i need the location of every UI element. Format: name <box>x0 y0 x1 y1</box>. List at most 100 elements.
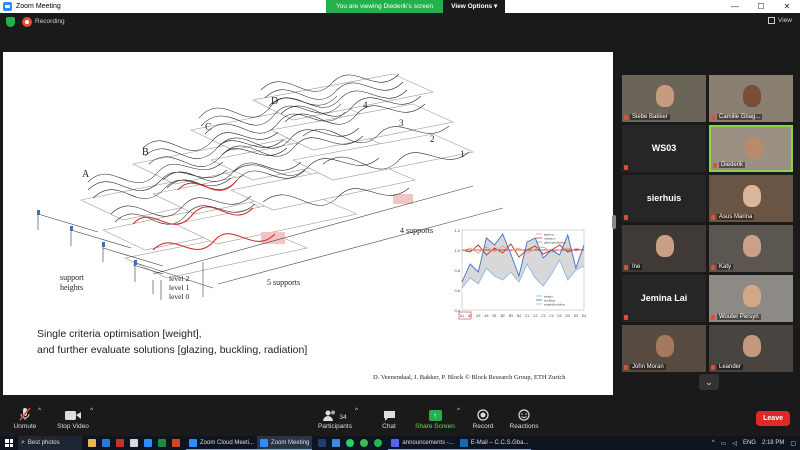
recording-icon[interactable] <box>22 17 32 27</box>
tray-overflow-icon[interactable]: ^ <box>712 440 715 446</box>
participant-tile[interactable]: Diederik <box>709 125 793 172</box>
participant-name: Katy <box>717 264 734 270</box>
participant-tile[interactable]: John Moran <box>622 325 706 372</box>
participants-options-caret[interactable]: ^ <box>355 407 358 414</box>
volume-icon[interactable]: ◁ <box>732 440 737 447</box>
letter-a: A <box>82 169 90 180</box>
vs-icon[interactable] <box>318 439 327 447</box>
network-icon[interactable]: ▭ <box>721 440 727 447</box>
app-icon[interactable] <box>144 439 152 447</box>
settings-icon[interactable] <box>130 439 138 447</box>
record-button[interactable]: Record <box>470 407 496 430</box>
clock[interactable]: 2:18 PM <box>762 440 784 446</box>
shared-screen-slide: A B C D 1 2 3 4 support heights level 2 … <box>3 52 613 395</box>
search-box[interactable]: ⌕ Best photos <box>18 436 82 450</box>
unmute-label: Unmute <box>13 423 37 430</box>
pinned-app-icons <box>82 436 186 450</box>
chart-legend-label: weight/buckling <box>544 302 565 306</box>
word-icon[interactable] <box>102 439 110 447</box>
taskbar-zoom-cloud-meetings[interactable]: Zoom Cloud Meeti... <box>186 436 258 450</box>
participant-tile[interactable]: WS03 <box>622 125 706 172</box>
gallery-next-page-button[interactable]: ⌄ <box>699 374 719 390</box>
participant-tile[interactable]: Leander <box>709 325 793 372</box>
language-indicator[interactable]: ENG <box>743 440 756 446</box>
stop-video-button[interactable]: Stop Video <box>56 407 90 430</box>
five-supports-label: 5 supports <box>267 278 301 287</box>
share-screen-icon: ↑ <box>428 410 442 421</box>
outlook-icon[interactable] <box>332 439 341 447</box>
encryption-shield-icon[interactable] <box>6 17 15 27</box>
maximize-button[interactable]: ☐ <box>748 0 774 13</box>
muted-mic-icon <box>12 407 38 421</box>
window-controls: — ☐ ✕ <box>722 0 800 13</box>
chart-y-tick-label: 1.0 <box>454 248 460 253</box>
audio-options-caret[interactable]: ^ <box>38 407 41 414</box>
view-options-button[interactable]: View Options ▾ <box>443 0 506 13</box>
zoom-logo-icon <box>3 2 12 11</box>
zoom-meeting-icon <box>260 438 269 447</box>
powerpoint-icon[interactable] <box>172 439 180 447</box>
participant-tile[interactable]: Asus Marina <box>709 175 793 222</box>
search-icon: ⌕ <box>21 439 25 446</box>
level-0-label: level 0 <box>169 292 190 301</box>
level-1-label: level 1 <box>169 283 190 292</box>
participant-video-face <box>656 335 674 357</box>
participant-name: Ine <box>630 264 643 270</box>
participant-tile[interactable]: Katy <box>709 225 793 272</box>
share-options-caret[interactable]: ^ <box>457 407 460 414</box>
leave-button[interactable]: Leave <box>756 411 790 426</box>
participant-name-tag: Camille Gbag... <box>711 114 763 120</box>
chart-x-tick-label: C2 <box>533 314 537 318</box>
unmute-button[interactable]: Unmute <box>12 407 38 430</box>
chart-x-tick-label: D2 <box>566 314 570 318</box>
pinned-app-icons-2 <box>312 436 388 450</box>
participant-name-tag: Leander <box>711 364 744 370</box>
chat-button[interactable]: Chat <box>378 407 400 430</box>
chart-x-tick-label: C1 <box>525 314 529 318</box>
chart-x-tick-label: C4 <box>549 314 553 318</box>
participants-label: Participants <box>318 423 352 430</box>
muted-mic-icon <box>713 162 717 168</box>
slide-scroll-handle[interactable] <box>612 215 616 229</box>
participants-button[interactable]: 34 Participants <box>316 407 354 430</box>
taskbar-zoom-meeting[interactable]: Zoom Meeting <box>257 436 313 450</box>
share-screen-button[interactable]: ↑ Share Screen <box>413 407 457 430</box>
slide-credit: D. Veenendaal, J. Bakker, P. Block © Blo… <box>373 374 566 381</box>
task-label-email: E-Mail – C.C.S.Gba... <box>470 439 529 446</box>
start-button[interactable] <box>0 436 18 450</box>
excel-icon[interactable] <box>158 439 166 447</box>
file-explorer-icon[interactable] <box>88 439 96 447</box>
chart-x-tick-label: B2 <box>501 314 505 318</box>
participant-name: John Moran <box>630 364 666 370</box>
chart-y-tick-label: 0.8 <box>454 268 460 273</box>
record-icon <box>470 407 496 421</box>
chart-x-tick-label: B1 <box>492 314 496 318</box>
notifications-icon[interactable]: ▢ <box>790 440 796 447</box>
taskbar-email[interactable]: E-Mail – C.C.S.Gba... <box>456 436 532 450</box>
participant-video-face <box>745 137 763 159</box>
participant-tile[interactable]: Camille Gbag... <box>709 75 793 122</box>
system-tray: ^ ▭ ◁ ENG 2:18 PM ▢ <box>712 436 796 450</box>
participant-name: Leander <box>717 364 744 370</box>
task-label-zoom-meeting: Zoom Meeting <box>271 439 310 446</box>
participant-tile[interactable]: Siebe Bakker <box>622 75 706 122</box>
participant-video-face <box>743 285 761 307</box>
view-button[interactable]: View <box>768 17 792 24</box>
video-options-caret[interactable]: ^ <box>90 407 93 414</box>
participant-tile[interactable]: Jemina Lai <box>622 275 706 322</box>
chat-label: Chat <box>382 423 396 430</box>
windows-logo-icon <box>5 439 13 447</box>
taskbar-discord[interactable]: announcements -... <box>388 436 457 450</box>
participant-tile[interactable]: Ine <box>622 225 706 272</box>
participant-tile[interactable]: sierhuis <box>622 175 706 222</box>
smiley-icon <box>508 407 540 421</box>
whatsapp-icon[interactable] <box>346 439 355 447</box>
reactions-button[interactable]: Reactions <box>508 407 540 430</box>
acrobat-icon[interactable] <box>116 439 124 447</box>
spotify-icon[interactable] <box>374 439 383 447</box>
minimize-button[interactable]: — <box>722 0 748 13</box>
chrome-icon[interactable] <box>360 439 369 447</box>
close-button[interactable]: ✕ <box>774 0 800 13</box>
participant-tile[interactable]: Wouter Persyn <box>709 275 793 322</box>
participant-name: Wouter Persyn <box>717 314 761 320</box>
